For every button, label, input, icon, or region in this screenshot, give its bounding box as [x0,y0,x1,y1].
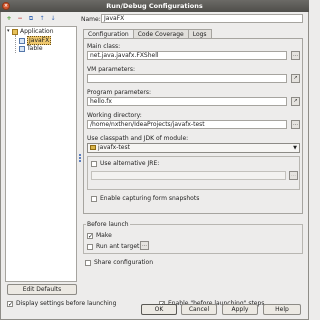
display-settings-checkbox[interactable]: ✓ Display settings before launching [7,300,116,307]
expand-vm-params-button[interactable]: ↗ [291,74,300,83]
apply-button[interactable]: Apply [222,304,258,315]
dialog-body: + − ⧉ ↑ ↓ Name: JavaFX ▾ Application Jav… [0,12,309,320]
application-icon [12,28,18,35]
tree-node-label: JavaFX [27,36,52,45]
config-tree: ▾ Application JavaFX Table [5,26,77,282]
module-select[interactable]: javafx-test ▼ [87,143,300,153]
run-config-icon [19,45,25,52]
vm-params-label: VM parameters: [87,66,136,73]
ant-target-label: Run ant target [96,243,140,250]
module-icon [90,145,96,150]
run-config-icon [19,37,25,44]
close-icon[interactable]: × [2,2,10,10]
browse-jre-button[interactable]: … [289,171,298,180]
program-params-label: Program parameters: [87,89,152,96]
snapshot-label: Enable capturing form snapshots [100,195,200,202]
ok-button[interactable]: OK [141,304,177,315]
checkbox-box[interactable] [87,243,93,250]
alt-jre-label: Use alternative JRE: [100,160,160,167]
checkbox-checked[interactable]: ✓ [7,300,13,307]
expand-program-params-button[interactable]: ↗ [291,97,300,106]
name-label: Name: [81,16,101,23]
display-settings-label: Display settings before launching [16,300,117,307]
move-down-icon[interactable]: ↓ [49,15,57,23]
checkbox-checked[interactable]: ✓ [87,232,93,239]
before-launch-title: Before launch [86,221,130,228]
configuration-panel: Main class: net.java.javafx.FXShell … VM… [83,38,303,214]
cancel-button[interactable]: Cancel [181,304,217,315]
browse-working-dir-button[interactable]: … [291,120,300,129]
make-label: Make [96,232,112,239]
alt-jre-input[interactable] [91,171,286,180]
make-checkbox[interactable]: ✓ Make [87,232,112,239]
select-ant-target-button[interactable]: … [140,241,149,250]
classpath-label: Use classpath and JDK of module: [87,135,189,142]
checkbox-box[interactable] [85,259,91,266]
module-value: javafx-test [98,144,130,151]
share-config-label: Share configuration [94,259,154,266]
program-params-input[interactable]: hello.fx [87,97,287,106]
tree-node-javafx[interactable]: JavaFX [19,36,52,45]
tree-node-label: Application [20,28,54,35]
splitter-handle[interactable] [79,154,81,162]
alt-jre-checkbox[interactable]: Use alternative JRE: [91,160,159,167]
ant-target-checkbox[interactable]: Run ant target [87,243,139,250]
window-title: Run/Debug Configurations [106,2,203,10]
vm-params-input[interactable] [87,74,287,83]
checkbox-box[interactable] [91,195,97,202]
copy-icon[interactable]: ⧉ [27,15,35,23]
add-icon[interactable]: + [5,15,13,23]
tree-toolbar: + − ⧉ ↑ ↓ [5,15,57,23]
remove-icon[interactable]: − [16,15,24,23]
title-bar: × Run/Debug Configurations [0,0,309,12]
tree-node-table[interactable]: Table [19,45,43,52]
checkbox-box[interactable] [91,160,97,167]
edit-defaults-button[interactable]: Edit Defaults [7,284,77,295]
name-input[interactable]: JavaFX [101,14,303,23]
tree-node-label: Table [27,45,43,52]
main-class-label: Main class: [87,43,121,50]
main-class-input[interactable]: net.java.javafx.FXShell [87,51,287,60]
working-dir-label: Working directory: [87,112,142,119]
move-up-icon[interactable]: ↑ [38,15,46,23]
browse-main-class-button[interactable]: … [291,51,300,60]
snapshot-checkbox[interactable]: Enable capturing form snapshots [91,195,199,202]
tree-node-application[interactable]: ▾ Application [7,28,54,35]
share-config-checkbox[interactable]: Share configuration [85,259,153,266]
help-button[interactable]: Help [263,304,301,315]
chevron-down-icon: ▼ [293,145,297,151]
working-dir-input[interactable]: /home/nxthen/IdeaProjects/javafx-test [87,120,287,129]
